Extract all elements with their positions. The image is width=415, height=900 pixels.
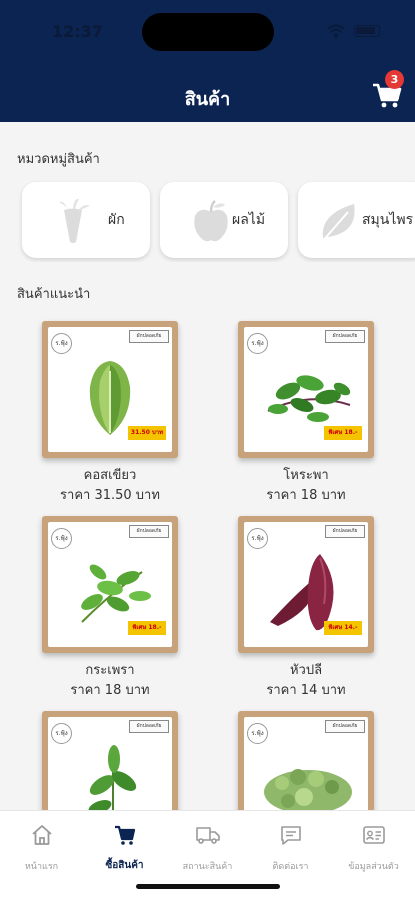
product-price: ราคา 18 บาท <box>70 683 150 698</box>
product-price: ราคา 14 บาท <box>266 683 346 698</box>
brand-tag: ผักปลอดภัย <box>129 525 169 538</box>
product-name: กระเพรา <box>85 663 135 678</box>
product-name: คอสเขียว <box>83 468 137 483</box>
wifi-icon <box>327 24 345 38</box>
nav-home[interactable]: หน้าแรก <box>0 819 83 879</box>
nav-order-status[interactable]: สถานะสินค้า <box>166 819 249 879</box>
product-price: ราคา 31.50 บาท <box>60 488 160 503</box>
status-bar: 12:37 <box>0 0 415 62</box>
leaf-icon <box>321 204 355 243</box>
profile-card-icon <box>363 826 385 844</box>
categories-title: หมวดหมู่สินค้า <box>17 152 100 167</box>
product-name: โหระพา <box>283 468 329 483</box>
price-tag: 31.50 บาท <box>128 426 166 440</box>
holy-basil-image <box>81 564 151 623</box>
category-label: สมุนไพร <box>362 212 414 228</box>
home-icon <box>32 825 52 845</box>
nav-shop[interactable]: ซื้อสินค้า <box>83 819 166 879</box>
product-card[interactable]: ร.ฟุ้ง ผักปลอดภัย พิเศษ 18.- โหระพา ราคา… <box>236 321 406 503</box>
category-label: ผลไม้ <box>232 212 266 228</box>
shop-logo: ร.ฟุ้ง <box>247 723 268 744</box>
product-card[interactable]: ร.ฟุ้ง ผักปลอดภัย พิเศษ 14.- หัวปลี ราคา… <box>236 516 406 698</box>
cos-lettuce-image <box>89 361 131 435</box>
nav-label: ซื้อสินค้า <box>105 860 144 871</box>
shop-logo: ร.ฟุ้ง <box>247 528 268 549</box>
price-tag: พิเศษ 18.- <box>324 426 362 440</box>
status-time: 12:37 <box>52 22 103 41</box>
product-image[interactable]: ร.ฟุ้ง ผักปลอดภัย พิเศษ 18.- <box>42 516 178 653</box>
product-card[interactable]: ร.ฟุ้ง ผักปลอดภัย พิเศษ 18.- กระเพรา ราค… <box>40 516 210 698</box>
thai-basil-image <box>267 375 351 422</box>
shop-logo: ร.ฟุ้ง <box>51 528 72 549</box>
nav-label: ข้อมูลส่วนตัว <box>348 862 399 872</box>
category-herbs[interactable]: สมุนไพร <box>298 182 415 258</box>
truck-icon <box>196 827 220 844</box>
sprouts-image <box>264 769 352 814</box>
category-label: ผัก <box>108 212 125 228</box>
shop-logo: ร.ฟุ้ง <box>51 333 72 354</box>
category-vegetables[interactable]: ผัก <box>22 182 150 258</box>
nav-contact[interactable]: ติดต่อเรา <box>249 819 332 879</box>
battery-icon <box>354 25 380 37</box>
product-image[interactable]: ร.ฟุ้ง ผักปลอดภัย พิเศษ 18.- <box>238 321 374 458</box>
nav-label: หน้าแรก <box>24 862 59 872</box>
carrot-icon <box>59 198 90 243</box>
nav-label: ติดต่อเรา <box>272 862 309 872</box>
recommended-title: สินค้าแนะนำ <box>17 287 91 302</box>
brand-tag: ผักปลอดภัย <box>325 720 365 733</box>
brand-tag: ผักปลอดภัย <box>325 525 365 538</box>
product-image[interactable]: ร.ฟุ้ง ผักปลอดภัย พิเศษ 14.- <box>238 516 374 653</box>
price-tag: พิเศษ 18.- <box>128 621 166 635</box>
app-header: 12:37 สินค้า 3 <box>0 0 415 122</box>
message-icon <box>281 826 301 845</box>
cart-count-badge: 3 <box>385 70 404 89</box>
category-fruits[interactable]: ผลไม้ <box>160 182 288 258</box>
mint-image <box>88 745 137 821</box>
page-title: สินค้า <box>184 89 231 110</box>
brand-tag: ผักปลอดภัย <box>129 720 169 733</box>
brand-tag: ผักปลอดภัย <box>325 330 365 343</box>
shop-logo: ร.ฟุ้ง <box>51 723 72 744</box>
product-image[interactable]: ร.ฟุ้ง ผักปลอดภัย 31.50 บาท <box>42 321 178 458</box>
brand-tag: ผักปลอดภัย <box>129 330 169 343</box>
apple-icon <box>194 200 228 242</box>
home-indicator <box>136 884 280 889</box>
product-card[interactable]: ร.ฟุ้ง ผักปลอดภัย 31.50 บาท คอสเขียว ราค… <box>40 321 210 503</box>
dynamic-island <box>142 13 274 51</box>
shop-logo: ร.ฟุ้ง <box>247 333 268 354</box>
category-list[interactable]: ผัก ผลไม้ สมุนไพร <box>0 180 415 262</box>
price-tag: พิเศษ 14.- <box>324 621 362 635</box>
product-name: หัวปลี <box>289 663 323 678</box>
cart-icon <box>115 825 136 845</box>
nav-label: สถานะสินค้า <box>182 862 233 872</box>
nav-profile[interactable]: ข้อมูลส่วนตัว <box>332 819 415 879</box>
product-price: ราคา 18 บาท <box>266 488 346 503</box>
